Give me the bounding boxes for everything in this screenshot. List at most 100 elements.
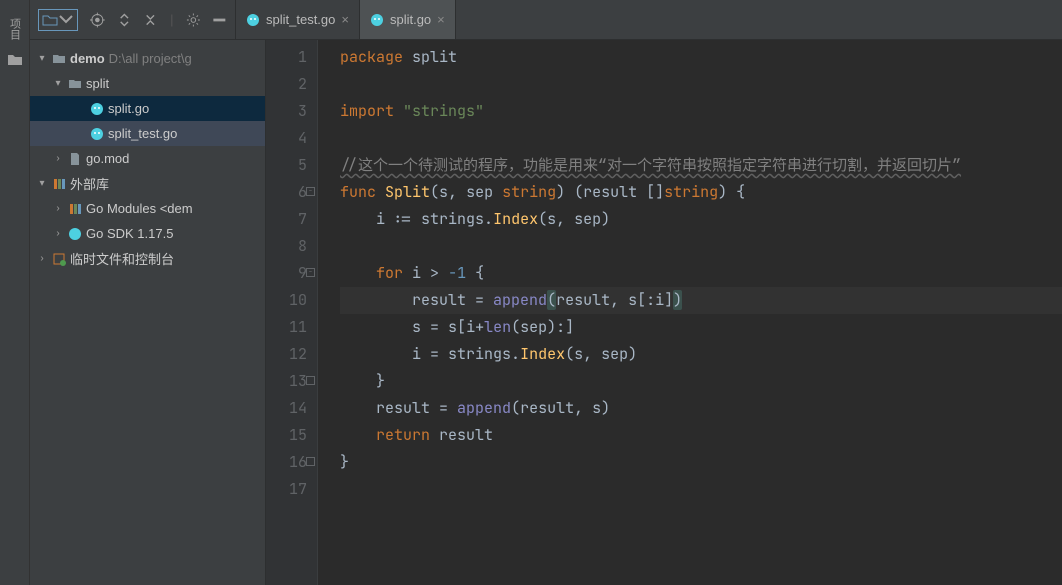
project-tool-label[interactable]: 项目 xyxy=(7,18,23,40)
target-icon[interactable] xyxy=(90,12,105,28)
library-icon xyxy=(68,202,82,216)
tree-file-split-test-go[interactable]: split_test.go xyxy=(30,121,265,146)
code-editor[interactable]: 123456−789−1011121314151617 package spli… xyxy=(266,40,1062,585)
minimize-icon[interactable] xyxy=(212,12,227,28)
library-icon xyxy=(52,177,66,191)
tool-window-bar[interactable]: 项目 xyxy=(0,0,30,585)
body-row: ▾ demo D:\all project\g ▾ split split.go… xyxy=(30,40,1062,585)
fold-toggle-icon[interactable] xyxy=(306,376,315,385)
gutter-line[interactable]: 5 xyxy=(266,152,307,179)
gutter-line[interactable]: 9− xyxy=(266,260,307,287)
gutter-line[interactable]: 14 xyxy=(266,395,307,422)
tree-label: split xyxy=(86,76,109,91)
tree-label: demo xyxy=(70,51,105,66)
main-area: | split_test.go × split.go × ▾ demo D:\a xyxy=(30,0,1062,585)
chevron-down-icon[interactable]: ▾ xyxy=(36,178,48,189)
close-icon[interactable]: × xyxy=(341,12,349,27)
gutter-line[interactable]: 8 xyxy=(266,233,307,260)
go-sdk-icon xyxy=(68,227,82,241)
tree-go-modules[interactable]: › Go Modules <dem xyxy=(30,196,265,221)
editor-tabs: split_test.go × split.go × xyxy=(236,0,456,39)
gutter-line[interactable]: 4 xyxy=(266,125,307,152)
project-toolbar: | xyxy=(30,0,236,39)
tree-go-sdk[interactable]: › Go SDK 1.17.5 xyxy=(30,221,265,246)
code-line[interactable]: result = append(result, s) xyxy=(340,395,1062,422)
code-line[interactable]: } xyxy=(340,449,1062,476)
project-tree[interactable]: ▾ demo D:\all project\g ▾ split split.go… xyxy=(30,40,266,585)
tree-label: go.mod xyxy=(86,151,129,166)
go-file-icon xyxy=(370,13,384,27)
tab-split-go[interactable]: split.go × xyxy=(360,0,456,39)
fold-toggle-icon[interactable] xyxy=(306,457,315,466)
folder-outline-icon xyxy=(42,12,58,28)
gutter-line[interactable]: 13 xyxy=(266,368,307,395)
close-icon[interactable]: × xyxy=(437,12,445,27)
go-file-icon xyxy=(90,127,104,141)
tree-label: split_test.go xyxy=(108,126,177,141)
chevron-down-icon[interactable]: ▾ xyxy=(52,78,64,89)
code-line[interactable]: i = strings.Index(s, sep) xyxy=(340,341,1062,368)
tree-label: Go SDK 1.17.5 xyxy=(86,226,173,241)
tree-label: split.go xyxy=(108,101,149,116)
code-line[interactable]: package split xyxy=(340,44,1062,71)
chevron-right-icon[interactable]: › xyxy=(36,253,48,264)
code-line[interactable]: return result xyxy=(340,422,1062,449)
gutter-line[interactable]: 16 xyxy=(266,449,307,476)
scratch-icon xyxy=(52,252,66,266)
go-file-icon xyxy=(90,102,104,116)
code-line[interactable] xyxy=(340,71,1062,98)
code-line[interactable]: for i > -1 { xyxy=(340,260,1062,287)
tree-scratches[interactable]: › 临时文件和控制台 xyxy=(30,246,265,271)
gutter-line[interactable]: 3 xyxy=(266,98,307,125)
code-line[interactable]: //这个一个待测试的程序，功能是用来“对一个字符串按照指定字符串进行切割，并返回… xyxy=(340,152,1062,179)
tab-split-test-go[interactable]: split_test.go × xyxy=(236,0,360,39)
code-area[interactable]: package split import "strings" //这个一个待测试… xyxy=(318,40,1062,585)
chevron-down-icon xyxy=(58,12,74,28)
fold-toggle-icon[interactable]: − xyxy=(306,187,315,196)
gutter-line[interactable]: 10 xyxy=(266,287,307,314)
go-file-icon xyxy=(246,13,260,27)
code-line[interactable]: } xyxy=(340,368,1062,395)
gutter-line[interactable]: 1 xyxy=(266,44,307,71)
code-line[interactable]: import "strings" xyxy=(340,98,1062,125)
file-icon xyxy=(68,152,82,166)
code-line[interactable]: s = s[i+len(sep):] xyxy=(340,314,1062,341)
tree-file-gomod[interactable]: › go.mod xyxy=(30,146,265,171)
tree-root-demo[interactable]: ▾ demo D:\all project\g xyxy=(30,46,265,71)
tab-label: split_test.go xyxy=(266,12,335,27)
gutter-line[interactable]: 2 xyxy=(266,71,307,98)
fold-toggle-icon[interactable]: − xyxy=(306,268,315,277)
chevron-right-icon[interactable]: › xyxy=(52,228,64,239)
collapse-all-icon[interactable] xyxy=(143,12,158,28)
chevron-right-icon[interactable]: › xyxy=(52,153,64,164)
gutter-line[interactable]: 11 xyxy=(266,314,307,341)
code-line[interactable]: result = append(result, s[:i]) xyxy=(340,287,1062,314)
gutter-line[interactable]: 15 xyxy=(266,422,307,449)
code-line[interactable]: i := strings.Index(s, sep) xyxy=(340,206,1062,233)
folder-icon xyxy=(52,52,66,66)
code-line[interactable] xyxy=(340,233,1062,260)
select-opened-file-button[interactable] xyxy=(38,9,78,31)
tree-label: 临时文件和控制台 xyxy=(70,249,174,268)
tree-label: 外部库 xyxy=(70,174,109,193)
tab-label: split.go xyxy=(390,12,431,27)
tree-folder-split[interactable]: ▾ split xyxy=(30,71,265,96)
gutter-line[interactable]: 17 xyxy=(266,476,307,503)
folder-icon xyxy=(7,52,23,68)
top-toolbar: | split_test.go × split.go × xyxy=(30,0,1062,40)
code-line[interactable] xyxy=(340,476,1062,503)
chevron-down-icon[interactable]: ▾ xyxy=(36,53,48,64)
gutter[interactable]: 123456−789−1011121314151617 xyxy=(266,40,318,585)
code-line[interactable]: func Split(s, sep string) (result []stri… xyxy=(340,179,1062,206)
expand-all-icon[interactable] xyxy=(117,12,132,28)
gutter-line[interactable]: 12 xyxy=(266,341,307,368)
tree-file-split-go[interactable]: split.go xyxy=(30,96,265,121)
toolbar-divider: | xyxy=(170,12,173,27)
tree-external-libs[interactable]: ▾ 外部库 xyxy=(30,171,265,196)
chevron-right-icon[interactable]: › xyxy=(52,203,64,214)
tree-path: D:\all project\g xyxy=(109,51,192,66)
gutter-line[interactable]: 7 xyxy=(266,206,307,233)
code-line[interactable] xyxy=(340,125,1062,152)
gutter-line[interactable]: 6− xyxy=(266,179,307,206)
gear-icon[interactable] xyxy=(186,12,201,28)
